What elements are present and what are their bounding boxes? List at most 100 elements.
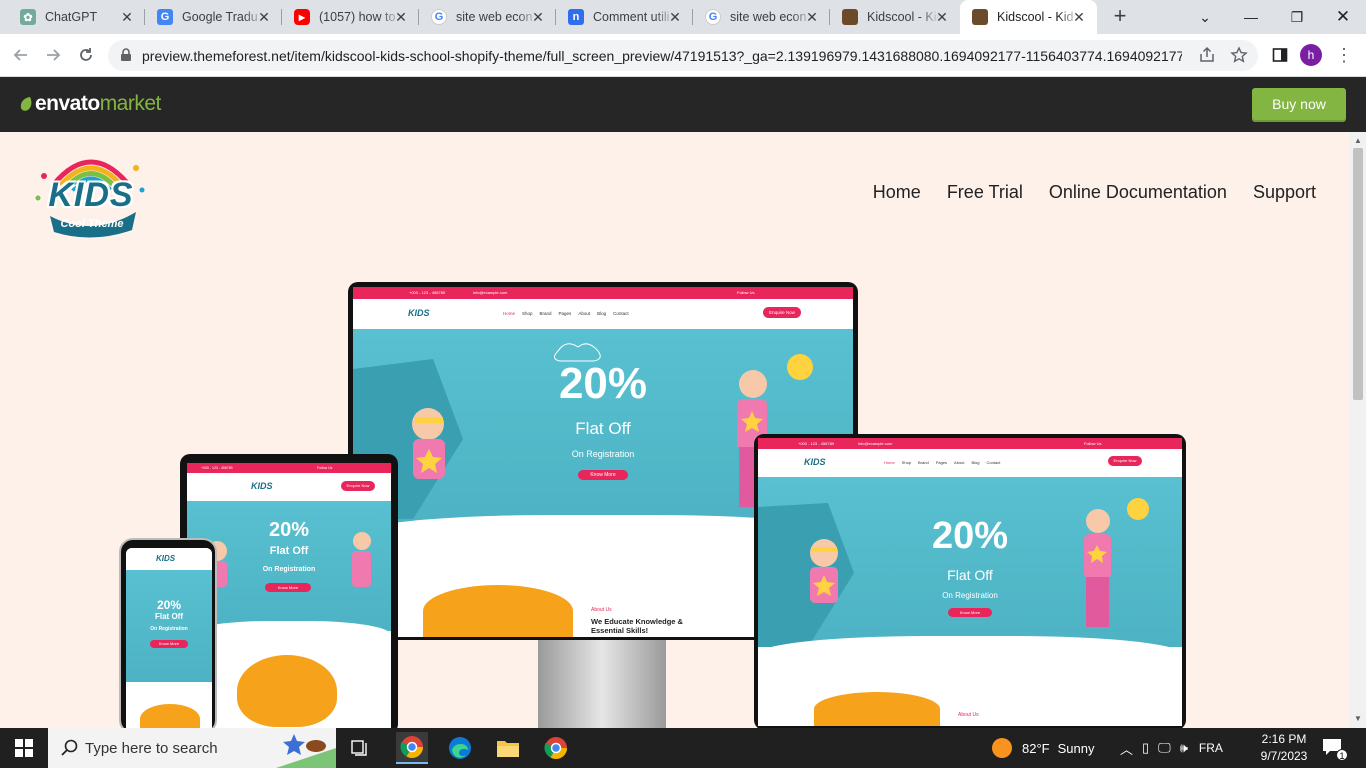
nav-online-documentation[interactable]: Online Documentation (1049, 182, 1227, 203)
mock-about-kicker: About Us (591, 607, 612, 613)
mock-email: info@example.com (858, 441, 893, 446)
taskbar-edge[interactable] (444, 732, 476, 764)
mock-hero: 20% Flat Off On Registration Know More (126, 570, 212, 682)
address-bar[interactable]: preview.themeforest.net/item/kidscool-ki… (108, 40, 1258, 71)
mock-flat-off: Flat Off (269, 545, 309, 557)
tab-google-translate[interactable]: G Google Tradu ✕ (145, 0, 282, 34)
mock-enquire-button: Enquire Now (763, 307, 801, 318)
scroll-up-arrow-icon[interactable]: ▲ (1354, 136, 1362, 145)
network-icon[interactable]: 🖵 (1158, 740, 1171, 756)
chrome-icon (544, 737, 567, 759)
nav-support[interactable]: Support (1253, 182, 1316, 203)
phone-mockup: KIDS 20% Flat Off On Registration Know M… (119, 538, 217, 728)
mock-menu-about: About (954, 460, 965, 465)
nav-free-trial[interactable]: Free Trial (947, 182, 1023, 203)
close-icon[interactable]: ✕ (934, 9, 950, 25)
mock-follow: Follow Us (737, 290, 755, 295)
volume-icon[interactable]: 🕪 (1180, 740, 1188, 756)
tab-google-search-2[interactable]: G site web econ ✕ (693, 0, 830, 34)
nav-home[interactable]: Home (873, 182, 921, 203)
mock-phone: +000 - 123 - 456789 (201, 466, 233, 470)
tray-chevron-up-icon[interactable]: ︿ (1120, 739, 1133, 758)
logo-word-envato: envato (35, 92, 100, 115)
tab-title: Google Tradu (182, 10, 258, 24)
mock-about-blob (140, 704, 200, 728)
page-scrollbar[interactable]: ▲ ▼ (1350, 132, 1366, 728)
maximize-button[interactable]: ❐ (1274, 0, 1320, 34)
mock-know-more: Know More (150, 640, 188, 648)
forward-button[interactable] (40, 42, 66, 68)
taskbar-chrome-profile[interactable] (396, 732, 428, 764)
scroll-down-arrow-icon[interactable]: ▼ (1354, 714, 1362, 723)
buy-now-button[interactable]: Buy now (1252, 88, 1346, 120)
theme-preview-page: KIDS Cool Theme Home Free Trial Online D… (0, 132, 1350, 728)
close-window-button[interactable]: ✕ (1320, 0, 1366, 34)
tab-chatgpt[interactable]: ✿ ChatGPT ✕ (8, 0, 145, 34)
tab-search-chevron-icon[interactable]: ⌄ (1182, 0, 1228, 34)
mock-header: KIDS (126, 548, 212, 570)
close-icon[interactable]: ✕ (393, 9, 409, 25)
close-icon[interactable]: ✕ (530, 9, 546, 25)
reload-button[interactable] (73, 42, 99, 68)
mock-menu-pages: Pages (558, 311, 572, 316)
mock-follow: Follow Us (1084, 441, 1102, 446)
windows-taskbar: Type here to search 82°F Sunny ︿ ▯ 🖵 🕪 F… (0, 728, 1366, 768)
mock-headline-20: 20% (156, 598, 182, 612)
close-icon[interactable]: ✕ (667, 9, 683, 25)
mock-header: KIDS Home Shop Brand Pages About Blog Co… (353, 299, 853, 329)
notification-center-button[interactable]: 1 (1322, 738, 1348, 761)
tab-notion[interactable]: n Comment utili ✕ (556, 0, 693, 34)
weather-condition: Sunny (1057, 740, 1095, 756)
chrome-icon (400, 736, 423, 758)
profile-avatar[interactable]: h (1300, 44, 1322, 66)
taskbar-file-explorer[interactable] (492, 732, 524, 764)
close-icon[interactable]: ✕ (119, 9, 135, 25)
mock-menu-home: Home (884, 460, 895, 465)
tab-kidscool-1[interactable]: Kidscool - Kid ✕ (830, 0, 960, 34)
tab-kidscool-active[interactable]: Kidscool - Kid ✕ (960, 0, 1097, 34)
clock[interactable]: 2:16 PM 9/7/2023 (1252, 731, 1316, 765)
mock-menu-blog: Blog (597, 311, 607, 316)
language-indicator[interactable]: FRA (1199, 741, 1223, 755)
share-icon[interactable] (1198, 46, 1216, 64)
arrow-right-icon (47, 49, 61, 61)
tray-device-icon[interactable]: ▯ (1142, 740, 1149, 756)
mock-top-strip: +000 - 123 - 456789 Follow Us (187, 463, 391, 473)
laptop-screen: +000 - 123 - 456789 info@example.com Fol… (758, 438, 1182, 726)
monitor-stand (538, 638, 666, 728)
mock-logo: KIDS (408, 308, 430, 318)
close-icon[interactable]: ✕ (804, 9, 820, 25)
new-tab-button[interactable]: + (1108, 5, 1132, 29)
clock-date: 9/7/2023 (1260, 749, 1308, 763)
mock-about-kicker: About Us (958, 712, 979, 718)
mock-header: KIDS Enquire Now (187, 473, 391, 501)
arrow-left-icon (13, 49, 27, 61)
kids-cool-theme-logo[interactable]: KIDS Cool Theme (32, 146, 150, 238)
scrollbar-thumb[interactable] (1353, 148, 1363, 400)
mock-menu-brand: Brand (918, 460, 929, 465)
tab-google-search-1[interactable]: G site web econ ✕ (419, 0, 556, 34)
browser-menu-icon[interactable]: ⋮ (1334, 44, 1354, 66)
side-panel-icon[interactable] (1272, 47, 1288, 63)
task-view-button[interactable] (344, 732, 376, 764)
weather-widget[interactable]: 82°F Sunny (992, 728, 1094, 768)
tab-title: site web econ (730, 10, 807, 24)
mock-menu-about: About (578, 311, 591, 316)
tab-youtube[interactable]: ▶ (1057) how to ✕ (282, 0, 419, 34)
mock-logo: KIDS (156, 554, 176, 563)
back-button[interactable] (8, 42, 34, 68)
taskbar-chrome[interactable] (540, 732, 572, 764)
url-text: preview.themeforest.net/item/kidscool-ki… (142, 48, 1182, 64)
close-icon[interactable]: ✕ (256, 9, 272, 25)
minimize-button[interactable]: — (1228, 0, 1274, 34)
tab-title: Kidscool - Kid (997, 10, 1074, 24)
start-button[interactable] (8, 732, 40, 764)
tab-title: Kidscool - Kid (867, 10, 939, 24)
mock-menu-shop: Shop (901, 460, 912, 465)
bookmark-star-icon[interactable] (1230, 46, 1248, 64)
logo-word-market: market (99, 92, 162, 115)
notification-badge: 1 (1336, 749, 1348, 761)
taskbar-search-box[interactable]: Type here to search (48, 728, 336, 768)
envato-market-logo[interactable]: envato market (19, 92, 161, 116)
close-icon[interactable]: ✕ (1071, 9, 1087, 25)
